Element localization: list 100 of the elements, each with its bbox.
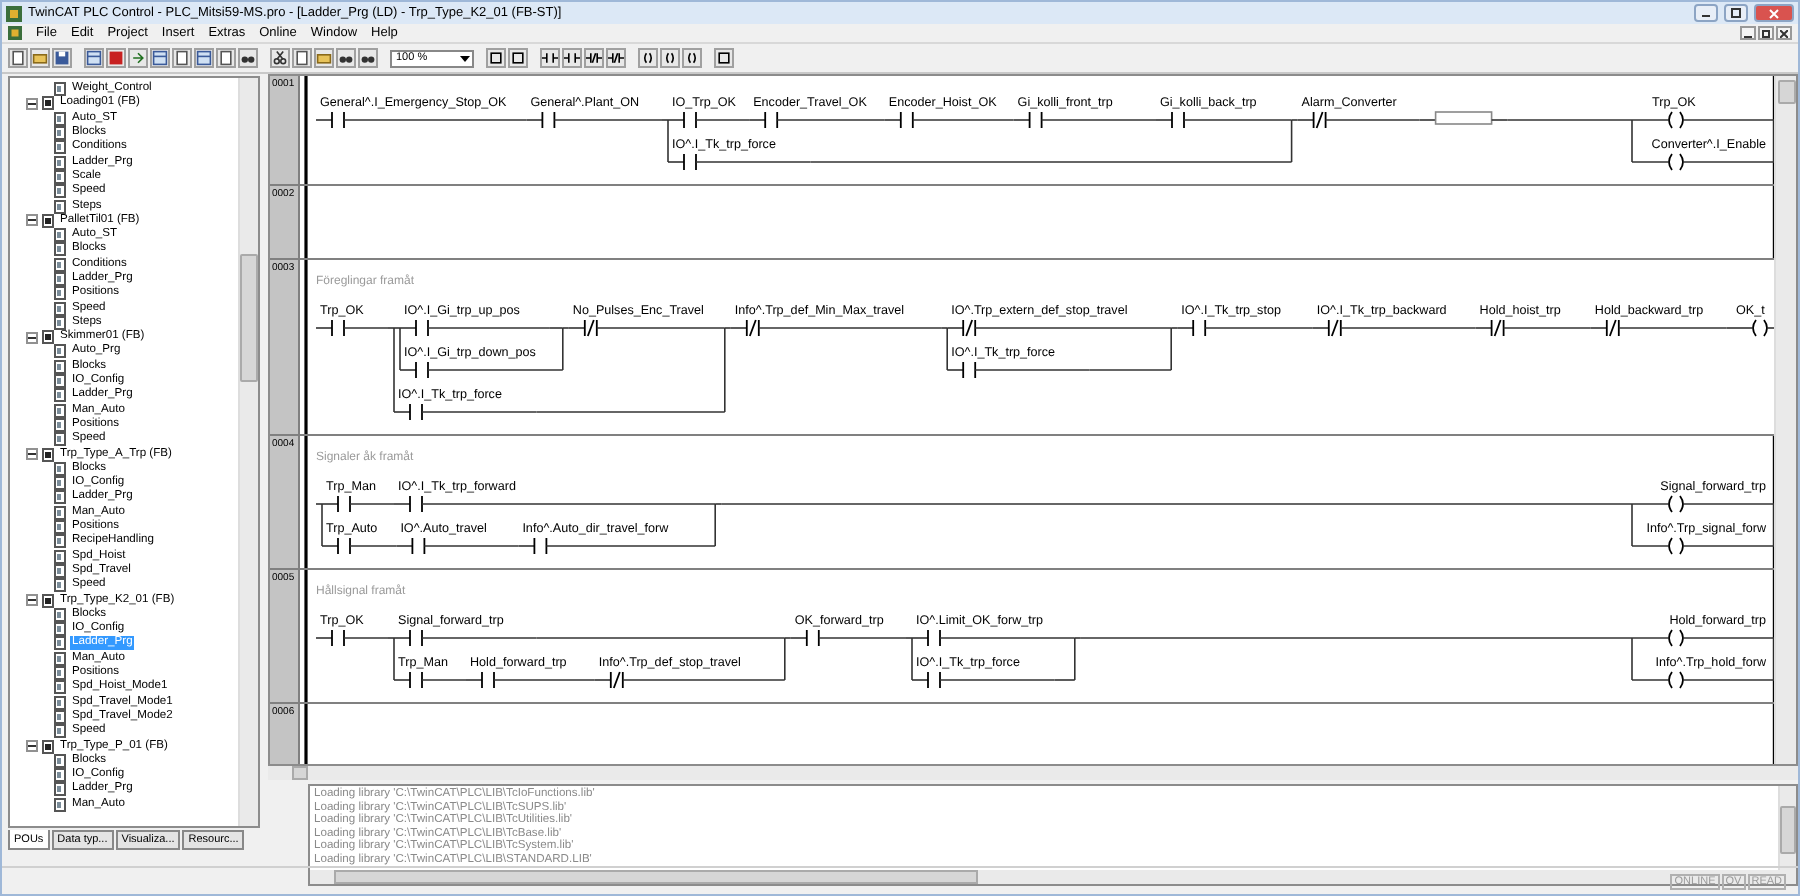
coil-symbol[interactable] [1668, 111, 1684, 129]
contact-symbol[interactable] [899, 111, 914, 129]
toolbar-button[interactable] [172, 48, 192, 68]
scrollbar[interactable] [238, 78, 258, 826]
coil-symbol[interactable] [1752, 319, 1768, 337]
toolbar-button[interactable] [606, 48, 626, 68]
contact-symbol[interactable] [409, 629, 423, 647]
contact-symbol[interactable] [331, 629, 345, 647]
coil-symbol[interactable] [1668, 671, 1684, 689]
contact-symbol[interactable] [805, 629, 820, 647]
contact-symbol[interactable] [541, 111, 556, 129]
toolbar-button[interactable] [270, 48, 290, 68]
scrollbar[interactable] [310, 869, 1796, 884]
scrollbar[interactable] [1778, 786, 1796, 870]
scissors-icon [272, 50, 288, 66]
toolbar-button[interactable] [292, 48, 312, 68]
window-icon [86, 50, 102, 66]
contact-symbol[interactable] [331, 319, 345, 337]
contact-symbol[interactable] [927, 671, 941, 689]
contact-symbol[interactable] [409, 403, 423, 421]
binoculars-icon [338, 50, 354, 66]
restore-button[interactable] [1758, 26, 1774, 40]
toolbar-button[interactable] [638, 48, 658, 68]
minimize-button[interactable] [1740, 26, 1756, 40]
contact-symbol[interactable] [1490, 319, 1505, 337]
tree-toggle[interactable] [26, 594, 38, 607]
minus-icon [28, 333, 36, 342]
binoculars-icon [360, 50, 376, 66]
coil-symbol[interactable] [1668, 629, 1684, 647]
contact-symbol[interactable] [583, 319, 598, 337]
restore-icon [1762, 29, 1770, 37]
maximize-button[interactable] [1724, 4, 1748, 22]
toolbar-button[interactable] [358, 48, 378, 68]
wire-line [315, 637, 333, 639]
contact-symbol[interactable] [962, 361, 976, 379]
contact-symbol[interactable] [409, 671, 423, 689]
contact-symbol[interactable] [1605, 319, 1620, 337]
contact-symbol[interactable] [331, 111, 345, 129]
wire-line [315, 327, 333, 329]
close-button[interactable] [1776, 26, 1792, 40]
toolbar-button[interactable] [682, 48, 702, 68]
coil-icon [662, 50, 678, 66]
contact-symbol[interactable] [337, 495, 351, 513]
contact-symbol[interactable] [927, 629, 941, 647]
tree-toggle[interactable] [26, 448, 38, 461]
scrollbar[interactable] [1774, 76, 1796, 764]
contact-symbol[interactable] [415, 319, 429, 337]
contact-symbol[interactable] [1327, 319, 1342, 337]
toolbar-button[interactable] [8, 48, 28, 68]
window-icon [152, 50, 168, 66]
folder-icon [316, 50, 332, 66]
minimize-button[interactable] [1694, 4, 1718, 22]
contact-symbol[interactable] [481, 671, 495, 689]
arrow-icon [130, 50, 146, 66]
empty-box[interactable] [1434, 111, 1493, 125]
scrollbar[interactable] [268, 766, 1798, 780]
minus-icon [28, 99, 36, 108]
contact-symbol[interactable] [1171, 111, 1185, 129]
contact-symbol[interactable] [1312, 111, 1327, 129]
contact-symbol[interactable] [415, 361, 429, 379]
toolbar-button[interactable] [216, 48, 236, 68]
contact-symbol[interactable] [745, 319, 760, 337]
toolbar-button[interactable] [714, 48, 734, 68]
contact-symbol[interactable] [764, 111, 778, 129]
box-icon [510, 50, 526, 66]
contact-symbol[interactable] [409, 495, 423, 513]
toolbar-button[interactable] [540, 48, 560, 68]
coil-icon [684, 50, 700, 66]
contact-symbol[interactable] [1028, 111, 1043, 129]
coil-symbol[interactable] [1668, 153, 1684, 171]
tree-toggle[interactable] [26, 97, 38, 110]
contact-symbol[interactable] [609, 671, 624, 689]
window-icon [196, 50, 212, 66]
negated-contact-icon [608, 50, 624, 66]
toolbar-button[interactable] [584, 48, 604, 68]
contact-symbol[interactable] [683, 111, 697, 129]
toolbar-button[interactable] [238, 48, 258, 68]
contact-symbol[interactable] [337, 537, 351, 555]
toolbar-button[interactable] [336, 48, 356, 68]
binoculars-icon [240, 50, 256, 66]
minus-icon [28, 742, 36, 750]
toolbar-button[interactable] [562, 48, 582, 68]
tree-toggle[interactable] [26, 331, 38, 344]
contact-symbol[interactable] [533, 537, 548, 555]
toolbar-button[interactable] [52, 48, 72, 68]
coil-symbol[interactable] [1668, 537, 1684, 555]
wire-line [315, 119, 333, 121]
coil-symbol[interactable] [1668, 495, 1684, 513]
minus-icon [28, 450, 36, 459]
contact-symbol[interactable] [411, 537, 426, 555]
contact-symbol[interactable] [683, 153, 697, 171]
tree-toggle[interactable] [26, 740, 38, 752]
app-icon [6, 5, 22, 21]
minus-icon [28, 596, 36, 605]
toolbar-button[interactable] [660, 48, 680, 68]
tree-toggle[interactable] [26, 214, 38, 227]
box-icon [488, 50, 504, 66]
contact-symbol[interactable] [1192, 319, 1206, 337]
contact-symbol[interactable] [962, 319, 976, 337]
document-icon [218, 50, 234, 66]
